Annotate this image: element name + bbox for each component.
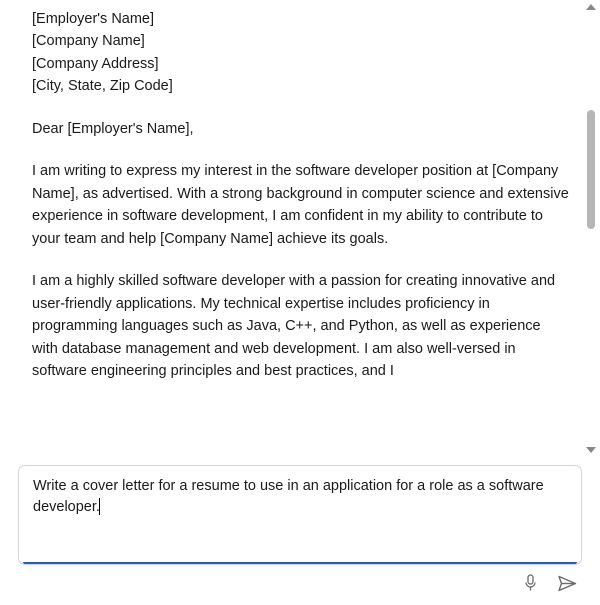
send-icon	[558, 575, 577, 592]
body-paragraph-2: I am a highly skilled software developer…	[32, 270, 570, 382]
body-paragraph-1: I am writing to express my interest in t…	[32, 160, 570, 250]
addressee-block: [Employer's Name] [Company Name] [Compan…	[32, 8, 570, 98]
chat-response-pane: [Employer's Name] [Company Name] [Compan…	[0, 0, 600, 457]
assistant-message: [Employer's Name] [Company Name] [Compan…	[10, 0, 582, 457]
send-button[interactable]	[555, 572, 580, 595]
scroll-track[interactable]	[587, 16, 595, 441]
prompt-input-card[interactable]: Write a cover letter for a resume to use…	[18, 465, 582, 565]
prompt-text: Write a cover letter for a resume to use…	[33, 478, 544, 515]
input-action-row	[520, 571, 580, 595]
microphone-button[interactable]	[520, 571, 541, 595]
prompt-input[interactable]: Write a cover letter for a resume to use…	[33, 476, 567, 554]
input-progress-bar	[23, 562, 577, 564]
scroll-down-icon[interactable]	[586, 447, 596, 453]
text-cursor	[99, 498, 100, 515]
scroll-thumb[interactable]	[587, 110, 595, 229]
microphone-icon	[523, 574, 538, 592]
scroll-up-icon[interactable]	[586, 4, 596, 10]
scrollbar[interactable]	[584, 4, 598, 453]
salutation: Dear [Employer's Name],	[32, 118, 570, 140]
